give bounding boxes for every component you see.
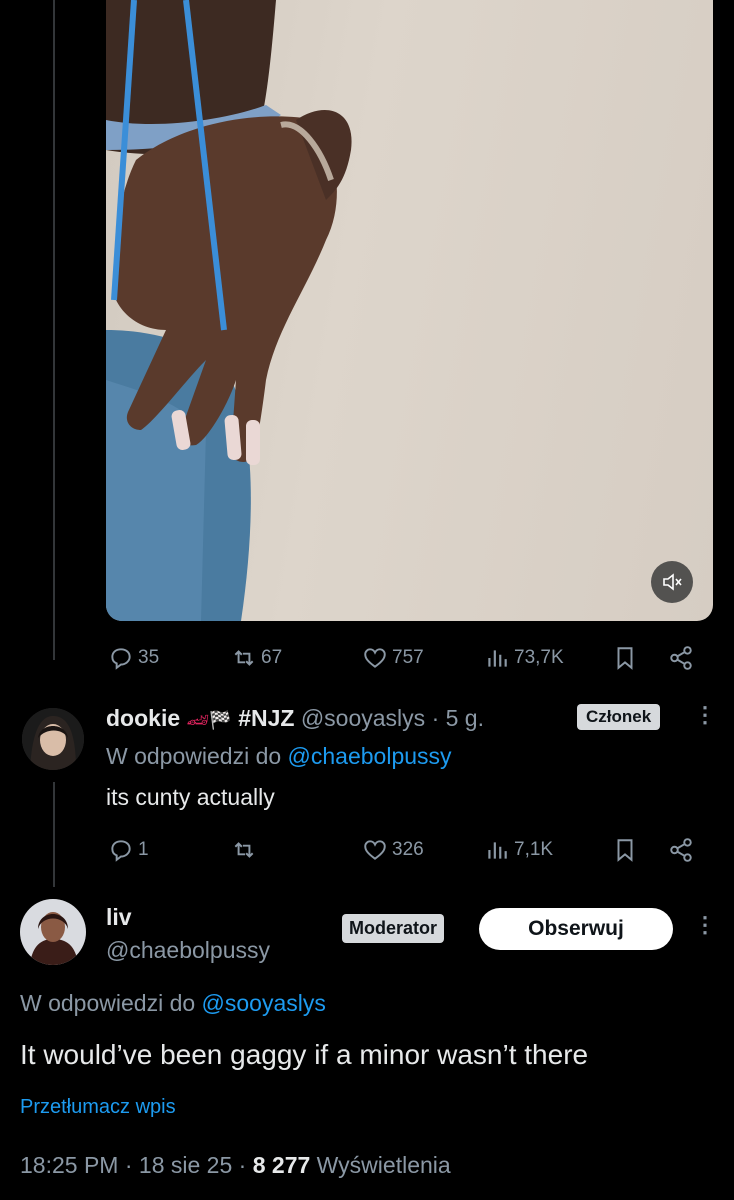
avatar[interactable] bbox=[22, 708, 84, 770]
reply-to-link[interactable]: @sooyaslys bbox=[202, 990, 326, 1016]
bookmark-icon bbox=[617, 647, 633, 670]
avatar-image bbox=[20, 899, 86, 965]
checkered-flag-emoji: 🏁 bbox=[209, 710, 232, 730]
views-label: Wyświetlenia bbox=[316, 1152, 451, 1178]
repost-icon bbox=[234, 842, 254, 858]
action-bar: 35 67 757 73,7K bbox=[106, 643, 706, 673]
video-frame bbox=[106, 0, 352, 621]
share-icon bbox=[670, 838, 692, 862]
avatar-image bbox=[22, 708, 84, 770]
reply-icon bbox=[111, 840, 131, 862]
display-name[interactable]: liv bbox=[106, 904, 132, 931]
repost-button[interactable] bbox=[231, 835, 261, 865]
follow-button[interactable]: Obserwuj bbox=[479, 908, 673, 950]
name-suffix: #NJZ bbox=[238, 705, 295, 731]
car-emoji: 🏎 bbox=[186, 710, 210, 730]
bookmark-button[interactable] bbox=[612, 643, 638, 673]
translate-link[interactable]: Przetłumacz wpis bbox=[20, 1096, 176, 1119]
bookmark-icon bbox=[617, 839, 633, 862]
mute-button[interactable] bbox=[651, 561, 693, 603]
timestamp[interactable]: · 5 g. bbox=[432, 705, 484, 731]
tweet-text: its cunty actually bbox=[106, 784, 275, 810]
video-player[interactable] bbox=[106, 0, 713, 621]
tweet-meta: 18:25 PM · 18 sie 25 · 8 277 Wyświetleni… bbox=[20, 1152, 451, 1178]
action-bar: 1 326 7,1K bbox=[106, 835, 706, 865]
more-options-icon[interactable]: ⋮ bbox=[694, 704, 716, 726]
reply-header: dookie 🏎🏁 #NJZ @sooyaslys · 5 g. bbox=[106, 705, 484, 732]
heart-icon bbox=[364, 840, 386, 860]
avatar[interactable] bbox=[20, 899, 86, 965]
reply-context: W odpowiedzi do @chaebolpussy bbox=[106, 743, 452, 769]
thread-line bbox=[53, 782, 55, 887]
member-badge: Członek bbox=[577, 704, 661, 730]
reply-button[interactable]: 1 bbox=[108, 835, 149, 865]
tweet-text: It would’ve been gaggy if a minor wasn’t… bbox=[20, 1039, 589, 1070]
share-icon bbox=[670, 646, 692, 670]
repost-icon bbox=[234, 650, 254, 666]
share-button[interactable] bbox=[668, 643, 694, 673]
reply-button[interactable]: 35 bbox=[108, 643, 159, 673]
user-handle[interactable]: @chaebolpussy bbox=[106, 937, 270, 964]
views-button[interactable]: 7,1K bbox=[484, 835, 553, 865]
display-name[interactable]: dookie bbox=[106, 705, 180, 731]
thread-line bbox=[53, 0, 55, 660]
reply-icon bbox=[111, 648, 131, 670]
repost-button[interactable]: 67 bbox=[231, 643, 282, 673]
moderator-badge: Moderator bbox=[342, 914, 445, 943]
reply-to-link[interactable]: @chaebolpussy bbox=[288, 743, 452, 769]
analytics-icon bbox=[488, 842, 507, 859]
post-date[interactable]: 18 sie 25 bbox=[139, 1152, 232, 1178]
bookmark-button[interactable] bbox=[612, 835, 638, 865]
like-button[interactable]: 757 bbox=[362, 643, 424, 673]
more-options-icon[interactable]: ⋮ bbox=[694, 914, 716, 936]
heart-icon bbox=[364, 648, 386, 668]
share-button[interactable] bbox=[668, 835, 694, 865]
reply-context: W odpowiedzi do @sooyaslys bbox=[20, 990, 326, 1016]
post-time[interactable]: 18:25 PM bbox=[20, 1152, 118, 1178]
speaker-muted-icon bbox=[663, 573, 682, 591]
analytics-icon bbox=[488, 650, 507, 667]
like-button[interactable]: 326 bbox=[362, 835, 424, 865]
views-count: 8 277 bbox=[252, 1152, 311, 1178]
views-button[interactable]: 73,7K bbox=[484, 643, 564, 673]
user-handle[interactable]: @sooyaslys bbox=[301, 705, 425, 731]
